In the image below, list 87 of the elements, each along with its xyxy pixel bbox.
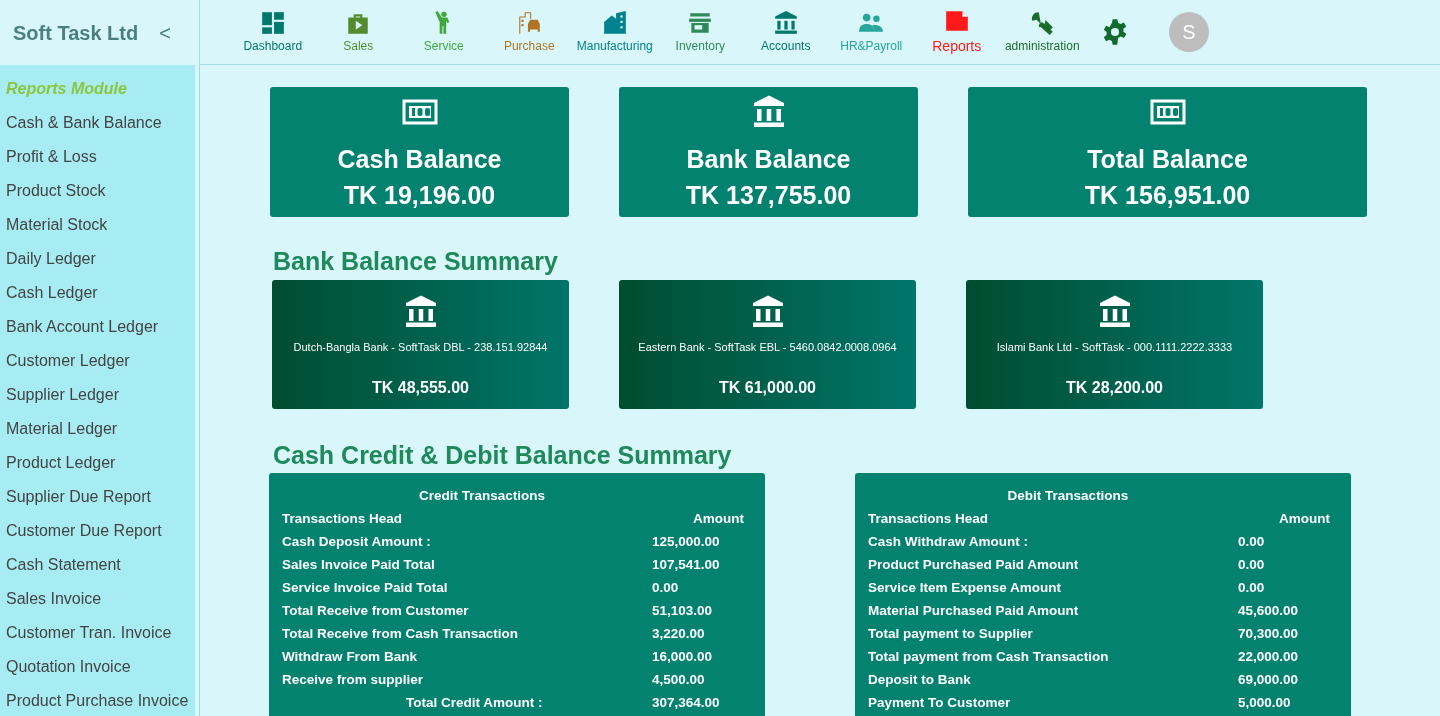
table-title: Credit Transactions [417, 487, 546, 505]
table-cell-text: 69,000.00 [1238, 671, 1300, 689]
table-cell-text: Total Receive from Customer [282, 602, 470, 620]
nav-tab[interactable]: Accounts [743, 7, 829, 57]
bank-name: Eastern Bank - SoftTask EBL - 5460.0842.0008.0964 [638, 340, 897, 355]
table-cell-text: 45,600.00 [1238, 602, 1300, 620]
sidebar-item[interactable]: Product Ledger [6, 451, 116, 475]
table-cell-text: 0.00 [1238, 533, 1266, 551]
sidebar-item[interactable]: Material Stock [6, 213, 108, 237]
table-cell-text: 107,541.00 [652, 556, 721, 574]
table-cell-text: 51,103.00 [652, 602, 714, 620]
table-cell-text: 3,220.00 [652, 625, 706, 643]
total-label: Total Credit Amount : [405, 694, 544, 712]
card-amount: TK 137,755.00 [685, 180, 852, 210]
table-cell-text: Material Purchased Paid Amount [868, 602, 1080, 620]
table-cell-text: 5,000.00 [1238, 694, 1292, 712]
table-cell-text: Payment To Customer [868, 694, 1012, 712]
sidebar-item[interactable]: Cash Statement [6, 553, 121, 577]
nav-tab[interactable]: Purchase [486, 7, 572, 57]
collapse-button[interactable]: < [159, 17, 171, 48]
table-cell-text: 4,500.00 [652, 671, 706, 689]
nav-tab[interactable]: administration [999, 7, 1085, 57]
table-cell-text: Cash Deposit Amount : [282, 533, 432, 551]
sidebar-item[interactable]: Quotation Invoice [6, 655, 131, 679]
sidebar-item[interactable]: Supplier Ledger [6, 383, 119, 407]
sidebar-item[interactable]: Customer Due Report [6, 519, 162, 543]
card-amount: TK 19,196.00 [343, 180, 496, 210]
bank-amount: TK 28,200.00 [1066, 377, 1163, 398]
section-heading: Reports Module [6, 79, 128, 99]
column-header: Amount [1278, 510, 1331, 528]
table-cell-text: 125,000.00 [652, 533, 721, 551]
table-cell-text: 0.00 [1238, 579, 1266, 597]
section-heading: Cash Credit & Debit Balance Summary [273, 440, 733, 471]
table-cell-text: 70,300.00 [1238, 625, 1300, 643]
sidebar-item[interactable]: Product Stock [6, 179, 106, 203]
table-cell-text: 0.00 [1238, 556, 1266, 574]
sidebar-item[interactable]: Customer Tran. Invoice [6, 621, 172, 645]
bank-name: Dutch-Bangla Bank - SoftTask DBL - 238.151.92844 [293, 340, 548, 355]
sidebar-item[interactable]: Cash Ledger [6, 281, 98, 305]
sidebar-item[interactable]: Bank Account Ledger [6, 315, 159, 339]
bank-icon [772, 9, 799, 36]
nav-tab[interactable]: Manufacturing [572, 7, 658, 57]
sidebar-item[interactable]: Material Ledger [6, 417, 118, 441]
table-cell-text: Service Invoice Paid Total [282, 579, 449, 597]
nav-tab[interactable]: Dashboard [230, 7, 316, 57]
app-title: Soft Task Ltd [13, 20, 139, 46]
grid-icon [259, 9, 286, 36]
table-cell-text: Total Receive from Cash Transaction [282, 625, 520, 643]
sidebar-item[interactable]: Sales Invoice [6, 587, 102, 611]
total-amount: 307,364.00 [652, 694, 721, 712]
banknote-icon [401, 98, 438, 126]
table-cell-text: Receive from supplier [282, 671, 425, 689]
table-cell-text: Total payment to Supplier [868, 625, 1034, 643]
table-cell-text: Service Item Expense Amount [868, 579, 1063, 597]
settings-icon[interactable] [1101, 18, 1129, 46]
table-cell-text: Sales Invoice Paid Total [282, 556, 436, 574]
column-header: Transactions Head [282, 510, 404, 528]
banknote-icon [1149, 98, 1186, 126]
column-header: Amount [692, 510, 745, 528]
sidebar-item[interactable]: Profit & Loss [6, 145, 97, 169]
table-cell-text: 22,000.00 [1238, 648, 1300, 666]
bank-amount: TK 48,555.00 [372, 377, 469, 398]
table-cell-text: 0.00 [652, 579, 680, 597]
sidebar-item[interactable]: Daily Ledger [6, 247, 96, 271]
nav-tab[interactable]: Sales [315, 7, 401, 57]
table-cell-text: Product Purchased Paid Amount [868, 556, 1080, 574]
card-amount: TK 156,951.00 [1084, 180, 1251, 210]
nav-tab[interactable]: Inventory [657, 7, 743, 57]
sidebar-item[interactable]: Product Purchase Invoice [6, 689, 189, 713]
sidebar-item[interactable]: Supplier Due Report [6, 485, 151, 509]
factory-icon [601, 9, 628, 36]
section-heading: Bank Balance Summary [273, 246, 559, 277]
table-cell-text: Total payment from Cash Transaction [868, 648, 1110, 666]
card-title: Bank Balance [686, 144, 851, 174]
bank-amount: TK 61,000.00 [719, 377, 816, 398]
sidebar-item[interactable]: Cash & Bank Balance [6, 111, 162, 135]
bank-name: Islami Bank Ltd - SoftTask - 000.1111.2222.3333 [996, 340, 1233, 355]
table-title: Debit Transactions [1006, 487, 1130, 505]
table-cell-text: Cash Withdraw Amount : [868, 533, 1029, 551]
table-cell-text: 16,000.00 [652, 648, 714, 666]
table-cell-text: Deposit to Bank [868, 671, 972, 689]
sidebar-item[interactable]: Customer Ledger [6, 349, 130, 373]
column-header: Transactions Head [868, 510, 990, 528]
card-title: Total Balance [1087, 144, 1248, 174]
table-cell-text: Withdraw From Bank [282, 648, 418, 666]
building-car-icon [516, 9, 543, 36]
card-title: Cash Balance [337, 144, 502, 174]
